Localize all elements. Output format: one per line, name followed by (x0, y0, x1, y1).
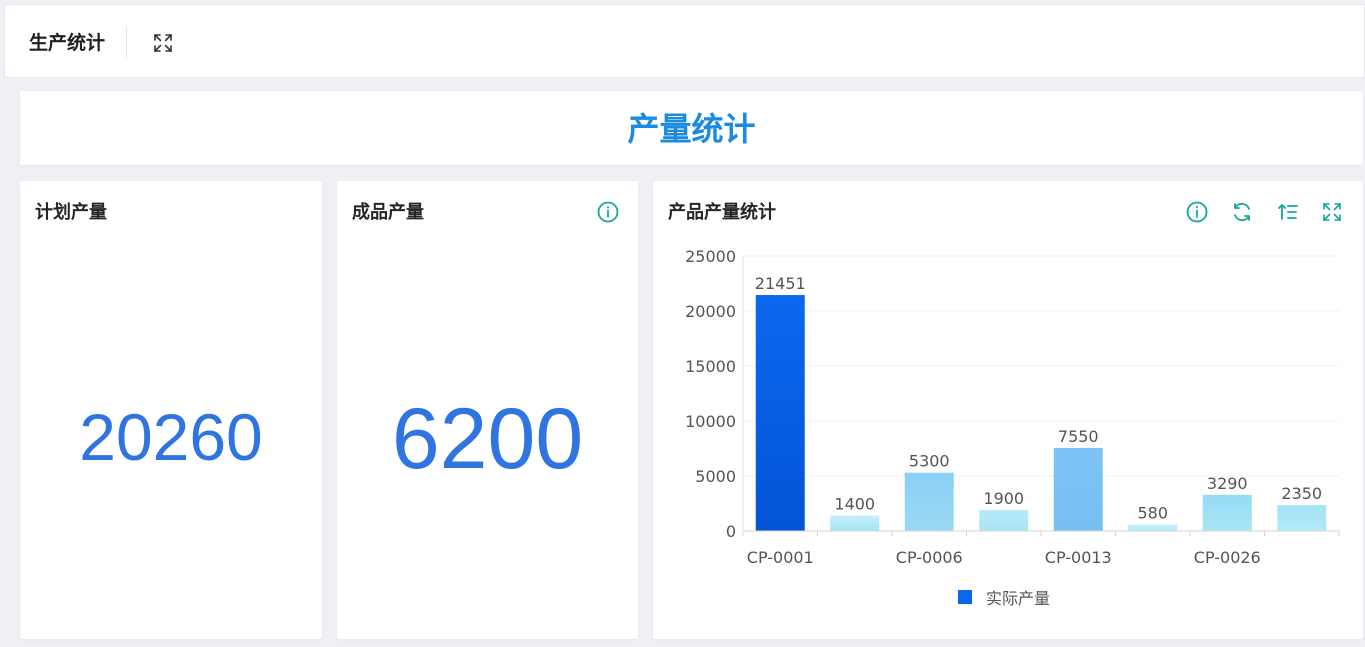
planned-output-value: 20260 (79, 400, 263, 474)
sort-icon[interactable] (1276, 200, 1300, 224)
banner-title: 产量统计 (627, 110, 756, 148)
legend-swatch (958, 590, 972, 604)
x-tick-label: CP-0001 (747, 548, 814, 567)
bar[interactable] (830, 515, 880, 531)
y-tick-label: 5000 (695, 467, 736, 486)
bar-value-label: 580 (1137, 504, 1168, 523)
planned-output-title: 计划产量 (35, 202, 107, 223)
info-icon[interactable] (596, 200, 620, 224)
x-tick-label: CP-0006 (896, 548, 963, 567)
expand-icon[interactable] (1320, 200, 1344, 224)
bar[interactable] (1202, 494, 1252, 531)
refresh-icon[interactable] (1230, 200, 1254, 224)
bar-value-label: 21451 (755, 274, 806, 293)
x-tick-label: CP-0013 (1045, 548, 1112, 567)
bar[interactable] (1128, 524, 1178, 531)
bar-series: 21451 1400 5300 1900 7550 580 3290 2350 (755, 274, 1327, 531)
bar-value-label: 2350 (1281, 484, 1322, 503)
expand-icon[interactable] (151, 31, 175, 55)
bar-value-label: 1900 (983, 489, 1024, 508)
banner: 产量统计 (20, 91, 1363, 165)
bar[interactable] (755, 295, 805, 531)
planned-output-card: 计划产量 20260 (20, 181, 322, 639)
product-output-title: 产品产量统计 (668, 202, 776, 223)
bar-value-label: 5300 (909, 452, 950, 471)
bar-value-label: 1400 (834, 495, 875, 514)
y-tick-label: 0 (726, 522, 736, 541)
page-title: 生产统计 (29, 32, 106, 54)
y-tick-label: 10000 (685, 412, 736, 431)
bar-value-label: 3290 (1207, 474, 1248, 493)
top-bar: 生产统计 (4, 4, 1365, 78)
bar[interactable] (904, 472, 954, 531)
y-axis: 0 5000 10000 15000 20000 25000 (685, 247, 736, 541)
x-tick-label: CP-0026 (1194, 548, 1261, 567)
product-output-card: 产品产量统计 0 5000 10000 15000 20000 25000 21451 14… (653, 181, 1363, 639)
info-icon[interactable] (1185, 200, 1209, 224)
chart-grid (743, 255, 1339, 477)
chart-legend[interactable]: 实际产量 (958, 585, 1050, 609)
bar[interactable] (979, 510, 1029, 531)
finished-output-title: 成品产量 (352, 202, 424, 223)
finished-output-value: 6200 (391, 391, 584, 487)
bar[interactable] (1277, 505, 1327, 531)
y-tick-label: 15000 (685, 357, 736, 376)
header-divider (126, 27, 127, 59)
legend-label: 实际产量 (986, 589, 1051, 608)
y-tick-label: 20000 (685, 302, 736, 321)
bar-value-label: 7550 (1058, 427, 1099, 446)
y-tick-label: 25000 (685, 247, 736, 266)
product-output-chart: 0 5000 10000 15000 20000 25000 21451 1400 5300 1… (685, 247, 1340, 567)
finished-output-card: 成品产量 6200 (337, 181, 638, 639)
bar[interactable] (1053, 447, 1103, 531)
